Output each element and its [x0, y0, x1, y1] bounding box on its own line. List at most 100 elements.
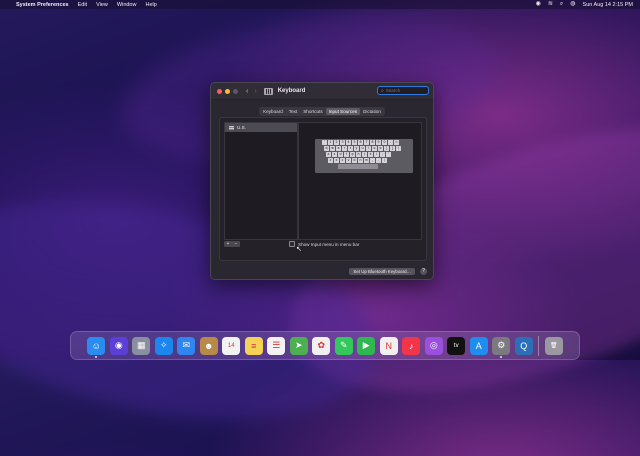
wifi-icon[interactable]: ≋: [548, 0, 553, 9]
tab-keyboard[interactable]: Keyboard: [260, 108, 286, 115]
app-store-icon[interactable]: A: [469, 336, 488, 355]
keyboard-key: -: [388, 140, 393, 145]
keyboard-key: 4: [346, 140, 351, 145]
keyboard-preferences-window: ‹ › Keyboard ⌕ Keyboard Text Shortcuts I…: [210, 82, 434, 280]
keyboard-key: 6: [358, 140, 363, 145]
input-sources-pane: U.S. ` 1 2 3 4 5 6 7 8 9 0- = q w e r t y u i o p[] \ a s d f g h j k l…: [219, 117, 427, 261]
podcasts-icon[interactable]: ◎: [424, 336, 443, 355]
keyboard-key: x: [334, 158, 339, 163]
remove-source-button[interactable]: −: [235, 241, 238, 247]
keyboard-key: q: [324, 146, 329, 151]
menu-view[interactable]: View: [96, 2, 108, 8]
keyboard-key: w: [330, 146, 335, 151]
dock-icon-glyph: ▦: [136, 340, 146, 350]
add-remove-control: + −: [224, 241, 240, 247]
maps-icon[interactable]: ➤: [289, 336, 308, 355]
siri-icon[interactable]: ◍: [570, 0, 575, 9]
tab-input-sources[interactable]: Input Sources: [325, 108, 360, 115]
dock-icon-glyph: ≡: [251, 340, 257, 351]
news-icon[interactable]: N: [379, 336, 398, 355]
keyboard-key: ;: [380, 152, 385, 157]
add-source-button[interactable]: +: [227, 241, 230, 247]
finder-icon[interactable]: ☺: [87, 336, 106, 358]
facetime-icon[interactable]: ▶: [357, 336, 376, 355]
close-button[interactable]: [217, 88, 222, 94]
dock-icon-glyph: ▶: [362, 340, 370, 350]
contacts-icon[interactable]: ☻: [199, 336, 218, 355]
show-input-menu-label[interactable]: Show Input menu in menu bar: [298, 242, 359, 247]
dock-icon-glyph: ♪: [409, 340, 414, 351]
menu-datetime[interactable]: Sun Aug 14 2:15 PM: [583, 2, 633, 8]
trash-icon[interactable]: 🗑: [544, 336, 563, 355]
tab-text[interactable]: Text: [286, 108, 300, 115]
keyboard-key: \: [396, 146, 401, 151]
menu-edit[interactable]: Edit: [78, 2, 87, 8]
input-source-label: U.S.: [237, 125, 246, 130]
keyboard-key: z: [328, 158, 333, 163]
keyboard-row: [316, 164, 412, 169]
keyboard-key: .: [376, 158, 381, 163]
photos-icon[interactable]: ✿: [312, 336, 331, 355]
siri-icon[interactable]: ◉: [109, 336, 128, 355]
input-source-list[interactable]: U.S.: [224, 122, 298, 240]
keyboard-row: z x c v b n m,. /: [316, 158, 412, 163]
reminders-icon[interactable]: ☰: [267, 336, 286, 355]
dock-icon-glyph: ⚙: [497, 340, 506, 350]
running-indicator: [95, 355, 98, 358]
keyboard-key: j: [362, 152, 367, 157]
notes-icon[interactable]: ≡: [244, 336, 263, 355]
magnifier-icon: ⌕: [381, 87, 384, 94]
zoom-button[interactable]: [233, 88, 238, 94]
keyboard-key: ,: [370, 158, 375, 163]
search-input[interactable]: [385, 88, 426, 93]
back-arrow-icon[interactable]: ‹: [246, 88, 248, 95]
keyboard-row: ` 1 2 3 4 5 6 7 8 9 0- =: [316, 140, 412, 145]
setup-bluetooth-keyboard-button[interactable]: Set Up Bluetooth Keyboard…: [349, 268, 415, 275]
menu-help[interactable]: Help: [145, 2, 156, 8]
keyboard-key: 1: [328, 140, 333, 145]
tv-icon[interactable]: tv: [447, 336, 466, 355]
keyboard-row: a s d f g h j k l; ': [316, 152, 412, 157]
menu-window[interactable]: Window: [117, 2, 137, 8]
list-item[interactable]: U.S.: [225, 123, 297, 132]
dock-icon-glyph: ✉: [182, 340, 191, 350]
keyboard-key: d: [338, 152, 343, 157]
show-input-menu-checkbox[interactable]: [289, 241, 295, 247]
launchpad-icon[interactable]: ▦: [132, 336, 151, 355]
keyboard-key: p: [378, 146, 383, 151]
keyboard-key: b: [352, 158, 357, 163]
calendar-icon[interactable]: 14: [222, 336, 241, 355]
mail-icon[interactable]: ✉: [177, 336, 196, 355]
dock-icon-glyph: ✿: [317, 340, 326, 350]
keyboard-key: f: [344, 152, 349, 157]
dock-separator: [538, 335, 540, 356]
minimize-button[interactable]: [225, 88, 230, 94]
keyboard-key: 2: [334, 140, 339, 145]
keyboard-key: 0: [382, 140, 387, 145]
keyboard-key: u: [360, 146, 365, 151]
show-all-grid-icon[interactable]: [263, 87, 273, 95]
safari-icon[interactable]: ✧: [154, 336, 173, 355]
quicktime-icon[interactable]: Q: [514, 336, 533, 355]
help-button[interactable]: ?: [420, 268, 427, 275]
running-indicator: [500, 355, 503, 358]
music-icon[interactable]: ♪: [402, 336, 421, 355]
messages-icon[interactable]: ✎: [334, 336, 353, 355]
forward-arrow-icon[interactable]: ›: [254, 88, 256, 95]
system-preferences-icon[interactable]: ⚙: [492, 336, 511, 358]
menu-app-name[interactable]: System Preferences: [16, 2, 69, 8]
control-center-icon[interactable]: ◉: [536, 0, 541, 9]
keyboard-key: 5: [352, 140, 357, 145]
tab-shortcuts[interactable]: Shortcuts: [300, 108, 325, 115]
tab-dictation[interactable]: Dictation: [360, 108, 384, 115]
dock-icon-glyph: N: [385, 340, 393, 351]
dock-icon-glyph: A: [475, 340, 482, 351]
keyboard-key: 3: [340, 140, 345, 145]
space-bar-key: [338, 164, 378, 169]
keyboard-key: ]: [390, 146, 395, 151]
keyboard-key: i: [366, 146, 371, 151]
dock-icon-glyph: 14: [227, 342, 235, 349]
search-field[interactable]: ⌕: [377, 86, 429, 95]
search-icon[interactable]: ⌕: [560, 0, 563, 9]
dock-icon-glyph: ➤: [294, 340, 303, 350]
